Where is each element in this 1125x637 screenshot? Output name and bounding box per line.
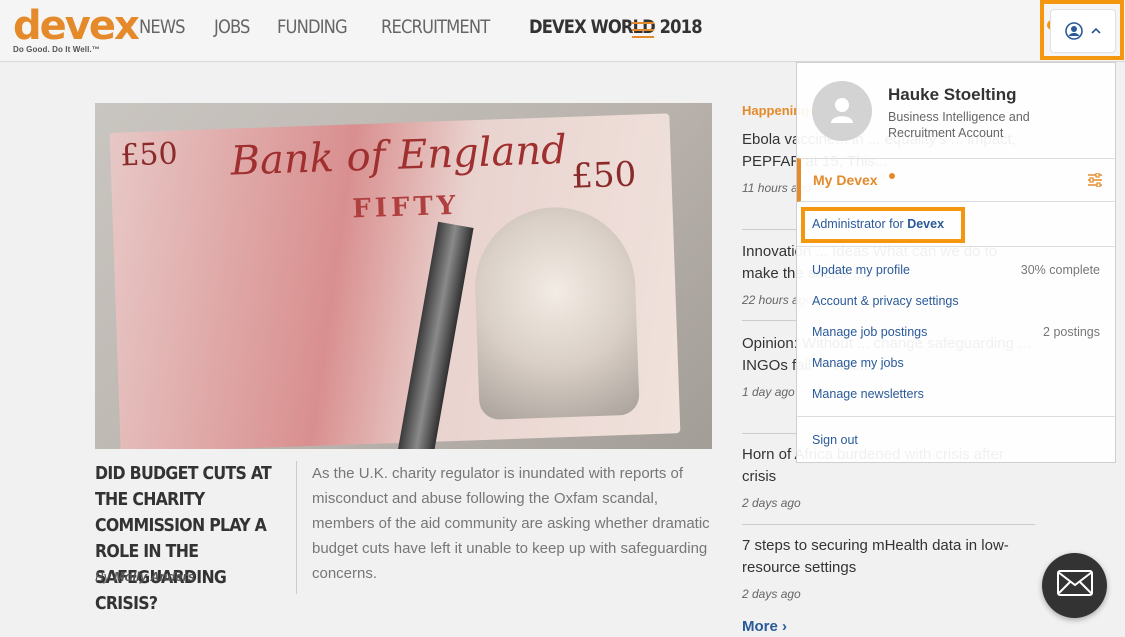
nav-item-news[interactable]: NEWS	[139, 16, 186, 38]
admin-link[interactable]: Administrator for Devex	[812, 217, 944, 231]
hamburger-icon[interactable]	[632, 22, 654, 40]
nav-item-devex-world[interactable]: DEVEX WORLD 2018	[529, 16, 703, 38]
user-role: Business Intelligence and Recruitment Ac…	[888, 110, 1030, 140]
admin-org: Devex	[907, 217, 945, 231]
user-dropdown-menu: Hauke Stoelting Business Intelligence an…	[796, 62, 1116, 463]
job-postings-count: 2 postings	[1043, 325, 1100, 339]
top-navigation-bar: devex Do Good. Do It Well.™ NEWS JOBS FU…	[0, 0, 1125, 62]
byline-prefix: By	[95, 569, 111, 584]
nav-item-recruitment[interactable]: RECRUITMENT	[381, 16, 490, 38]
user-name: Hauke Stoelting	[888, 85, 1017, 104]
main-nav: NEWS JOBS FUNDING RECRUITMENT DEVEX WORL…	[139, 16, 751, 38]
manage-newsletters-link[interactable]: Manage newsletters	[812, 387, 924, 401]
feature-summary: As the U.K. charity regulator is inundat…	[312, 465, 710, 582]
note-denomination-right: £50	[570, 154, 637, 197]
note-fifty-text: FIFTY	[351, 190, 460, 225]
avatar	[812, 81, 872, 141]
user-menu-button[interactable]	[1050, 9, 1116, 53]
envelope-button[interactable]	[1042, 553, 1107, 618]
feature-byline: By Molly Anders	[95, 569, 195, 584]
manage-job-postings-link[interactable]: Manage job postings	[812, 325, 927, 339]
logo-tagline: Do Good. Do It Well.™	[13, 45, 100, 54]
more-link[interactable]: More ›	[742, 618, 787, 635]
sidebar-story[interactable]: 7 steps to securing mHealth data in low-…	[742, 535, 1034, 601]
note-denomination-left: £50	[119, 136, 179, 174]
envelope-icon	[1056, 570, 1093, 601]
story-separator	[742, 524, 1035, 525]
update-profile-link[interactable]: Update my profile	[812, 263, 910, 277]
sign-out-link[interactable]: Sign out	[812, 433, 858, 447]
my-devex-label[interactable]: My Devex	[813, 172, 878, 188]
story-title[interactable]: 7 steps to securing mHealth data in low-…	[742, 535, 1034, 579]
feature-image[interactable]: £50 Bank of England FIFTY £50	[95, 103, 712, 449]
sliders-icon[interactable]	[1087, 172, 1103, 188]
banknote-illustration: £50 Bank of England FIFTY £50	[109, 113, 681, 449]
manage-my-jobs-link[interactable]: Manage my jobs	[812, 356, 904, 370]
feature-headline[interactable]: DID BUDGET CUTS AT THE CHARITY COMMISSIO…	[95, 461, 285, 617]
menu-separator	[797, 416, 1115, 417]
account-settings-link[interactable]: Account & privacy settings	[812, 294, 959, 308]
menu-separator	[797, 246, 1115, 247]
story-time: 2 days ago	[742, 587, 801, 601]
story-time: 2 days ago	[742, 496, 801, 510]
user-circle-icon	[1065, 22, 1083, 40]
feature-divider	[296, 461, 297, 594]
nav-item-jobs[interactable]: JOBS	[214, 16, 250, 38]
devex-logo[interactable]: devex Do Good. Do It Well.™	[13, 3, 140, 54]
logo-wordmark: devex	[13, 3, 140, 49]
chevron-up-icon	[1091, 27, 1101, 35]
admin-prefix: Administrator for	[812, 217, 904, 231]
byline-author[interactable]: Molly Anders	[114, 569, 195, 584]
profile-completion: 30% complete	[1020, 263, 1100, 277]
note-bank-text: Bank of England	[229, 126, 568, 185]
note-portrait	[472, 204, 640, 421]
my-devex-dot	[889, 173, 895, 179]
my-devex-row[interactable]: My Devex	[797, 158, 1115, 202]
nav-item-funding[interactable]: FUNDING	[277, 16, 348, 38]
